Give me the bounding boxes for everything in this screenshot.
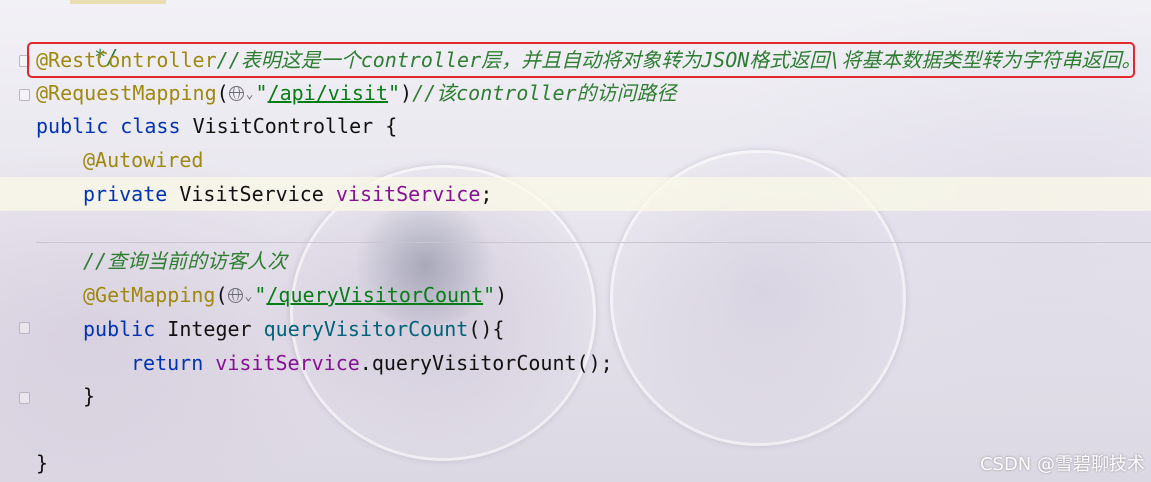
code-line-return: return visitService.queryVisitorCount(); xyxy=(131,346,613,380)
code-line: */ xyxy=(46,6,118,69)
code-line-method-close: } xyxy=(83,379,95,413)
code-line-getmapping: @GetMapping(⌄ "/queryVisitorCount") xyxy=(83,278,507,312)
fold-marker[interactable] xyxy=(19,89,30,101)
keyword: return xyxy=(131,351,204,375)
url-path-link[interactable]: /api/visit xyxy=(268,81,388,105)
watermark: CSDN @雪碧聊技术 xyxy=(979,454,1145,475)
globe-icon[interactable] xyxy=(227,288,243,303)
code-line-method-decl: public Integer queryVisitorCount(){ xyxy=(83,312,504,346)
keyword: private xyxy=(83,182,168,206)
code-line-autowired: @Autowired xyxy=(83,143,203,177)
keyword: public xyxy=(83,317,156,341)
code-line-field: private VisitService visitService; xyxy=(83,177,492,211)
parens: (){ xyxy=(468,317,505,341)
paren: ( xyxy=(215,283,228,307)
annotation: @Autowired xyxy=(83,148,204,172)
method-name: queryVisitorCount xyxy=(263,317,469,341)
annotation: @GetMapping xyxy=(83,283,216,307)
quote: " xyxy=(255,81,268,105)
code-line-class-decl: public class VisitController { xyxy=(36,109,397,143)
highlight-box xyxy=(27,42,1135,78)
code-line-comment: //查询当前的访客人次 xyxy=(83,244,287,278)
method-call: .queryVisitorCount(); xyxy=(359,351,613,375)
quote: " xyxy=(483,283,496,307)
brace: { xyxy=(385,114,398,138)
keyword: public xyxy=(36,114,109,138)
quote: " xyxy=(387,81,401,105)
quote: " xyxy=(254,283,267,307)
paren: ) xyxy=(495,283,508,307)
brace: } xyxy=(83,384,96,408)
chevron-down-icon[interactable]: ⌄ xyxy=(246,78,254,112)
type-name: Integer xyxy=(167,317,252,341)
fold-marker[interactable] xyxy=(19,322,30,334)
line-comment: //查询当前的访客人次 xyxy=(83,249,288,273)
keyword: class xyxy=(120,114,181,138)
type-name: VisitService xyxy=(179,182,324,206)
fold-marker[interactable] xyxy=(19,392,30,404)
paren: ( xyxy=(216,81,229,105)
annotation: @RequestMapping xyxy=(36,81,217,105)
semicolon: ; xyxy=(480,182,493,206)
brace: } xyxy=(36,451,49,475)
code-line-requestmapping: @RequestMapping(⌄ "/api/visit")//该control… xyxy=(36,76,677,110)
class-name: VisitController xyxy=(192,114,374,138)
url-path-link[interactable]: /queryVisitorCount xyxy=(266,283,483,307)
previous-line-highlight xyxy=(70,0,166,4)
field-name: visitService xyxy=(215,351,360,375)
chevron-down-icon[interactable]: ⌄ xyxy=(245,280,253,314)
field-name: visitService xyxy=(335,182,481,206)
globe-icon[interactable] xyxy=(228,86,244,101)
paren: ) xyxy=(400,81,413,105)
method-separator xyxy=(36,242,1151,243)
code-line-class-close: } xyxy=(36,446,48,480)
line-comment: //该controller的访问路径 xyxy=(412,81,677,105)
